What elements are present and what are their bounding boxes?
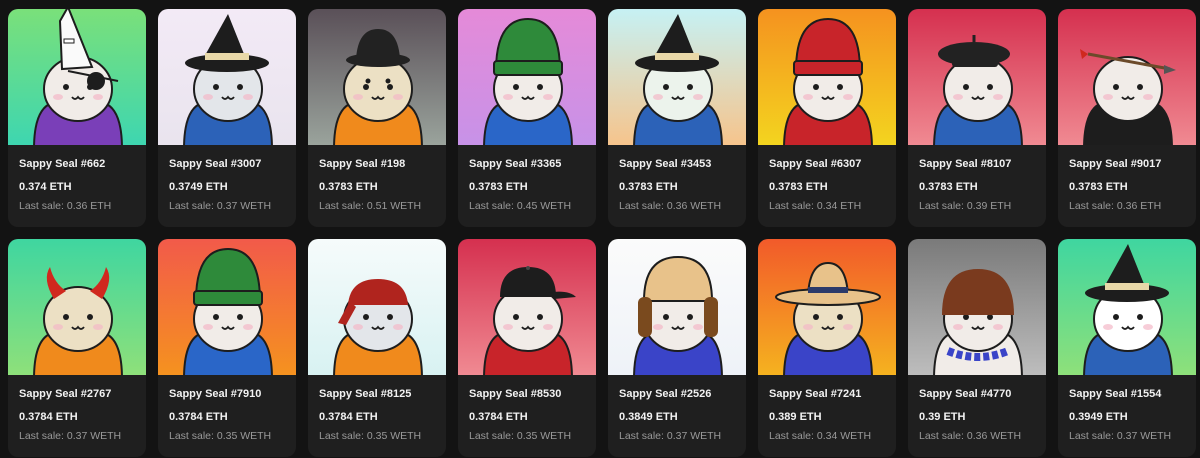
nft-info: Sappy Seal #3453 0.3783 ETH Last sale: 0.3… [608,145,746,213]
nft-info: Sappy Seal #3007 0.3749 ETH Last sale: 0.3… [158,145,296,213]
nft-image[interactable] [758,9,896,145]
nft-name: Sappy Seal #8125 [319,388,412,400]
nft-image[interactable] [908,9,1046,145]
nft-last-sale: Last sale: 0.35 WETH [469,430,572,442]
nft-name: Sappy Seal #2767 [19,388,112,400]
nft-last-sale: Last sale: 0.36 WETH [919,430,1022,442]
nft-card[interactable]: Sappy Seal #2767 0.3784 ETH Last sale: 0.3… [8,239,146,457]
nft-card[interactable]: Sappy Seal #662 0.374 ETH Last sale: 0.36 … [8,9,146,227]
nft-price: 0.3749 ETH [169,181,228,193]
nft-price: 0.3783 ETH [619,181,678,193]
nft-last-sale: Last sale: 0.36 WETH [619,200,722,212]
nft-card[interactable]: Sappy Seal #198 0.3783 ETH Last sale: 0.51… [308,9,446,227]
nft-info: Sappy Seal #6307 0.3783 ETH Last sale: 0.3… [758,145,896,213]
nft-price: 0.3849 ETH [619,411,678,423]
nft-info: Sappy Seal #7910 0.3784 ETH Last sale: 0.3… [158,375,296,443]
nft-last-sale: Last sale: 0.36 ETH [19,200,112,212]
nft-card[interactable]: Sappy Seal #3365 0.3783 ETH Last sale: 0.4… [458,9,596,227]
nft-name: Sappy Seal #7910 [169,388,262,400]
nft-name: Sappy Seal #4770 [919,388,1012,400]
nft-last-sale: Last sale: 0.51 WETH [319,200,422,212]
nft-last-sale: Last sale: 0.34 WETH [769,430,872,442]
nft-image[interactable] [308,9,446,145]
nft-card[interactable]: Sappy Seal #8530 0.3784 ETH Last sale: 0.3… [458,239,596,457]
nft-last-sale: Last sale: 0.35 WETH [169,430,272,442]
nft-image[interactable] [8,239,146,375]
nft-name: Sappy Seal #7241 [769,388,862,400]
nft-name: Sappy Seal #198 [319,158,406,170]
nft-last-sale: Last sale: 0.35 WETH [319,430,422,442]
nft-last-sale: Last sale: 0.37 WETH [1069,430,1172,442]
nft-card[interactable]: Sappy Seal #7241 0.389 ETH Last sale: 0.34… [758,239,896,457]
nft-card[interactable]: Sappy Seal #4770 0.39 ETH Last sale: 0.36 … [908,239,1046,457]
nft-name: Sappy Seal #2526 [619,388,712,400]
nft-last-sale: Last sale: 0.39 ETH [919,200,1012,212]
nft-image[interactable] [908,239,1046,375]
nft-image[interactable] [308,239,446,375]
nft-last-sale: Last sale: 0.37 WETH [19,430,122,442]
nft-price: 0.389 ETH [769,411,822,423]
nft-price: 0.3784 ETH [469,411,528,423]
nft-info: Sappy Seal #198 0.3783 ETH Last sale: 0.51… [308,145,446,213]
nft-name: Sappy Seal #3365 [469,158,562,170]
nft-info: Sappy Seal #662 0.374 ETH Last sale: 0.36 … [8,145,146,213]
nft-image[interactable] [608,9,746,145]
nft-info: Sappy Seal #3365 0.3783 ETH Last sale: 0.4… [458,145,596,213]
nft-card[interactable]: Sappy Seal #2526 0.3849 ETH Last sale: 0.3… [608,239,746,457]
nft-card[interactable]: Sappy Seal #6307 0.3783 ETH Last sale: 0.3… [758,9,896,227]
nft-price: 0.3783 ETH [319,181,378,193]
nft-price: 0.3783 ETH [1069,181,1128,193]
nft-last-sale: Last sale: 0.36 ETH [1069,200,1162,212]
nft-price: 0.3784 ETH [319,411,378,423]
nft-image[interactable] [608,239,746,375]
nft-image[interactable] [1058,9,1196,145]
nft-card[interactable]: Sappy Seal #1554 0.3949 ETH Last sale: 0.3… [1058,239,1196,457]
nft-info: Sappy Seal #7241 0.389 ETH Last sale: 0.34… [758,375,896,443]
nft-card[interactable]: Sappy Seal #3453 0.3783 ETH Last sale: 0.3… [608,9,746,227]
nft-price: 0.39 ETH [919,411,966,423]
nft-name: Sappy Seal #8107 [919,158,1012,170]
nft-image[interactable] [1058,239,1196,375]
nft-info: Sappy Seal #9017 0.3783 ETH Last sale: 0.3… [1058,145,1196,213]
nft-card[interactable]: Sappy Seal #8107 0.3783 ETH Last sale: 0.3… [908,9,1046,227]
nft-image[interactable] [158,9,296,145]
nft-info: Sappy Seal #1554 0.3949 ETH Last sale: 0.3… [1058,375,1196,443]
nft-last-sale: Last sale: 0.45 WETH [469,200,572,212]
nft-name: Sappy Seal #3007 [169,158,262,170]
nft-name: Sappy Seal #6307 [769,158,862,170]
nft-price: 0.374 ETH [19,181,72,193]
nft-name: Sappy Seal #9017 [1069,158,1162,170]
nft-info: Sappy Seal #2767 0.3784 ETH Last sale: 0.3… [8,375,146,443]
nft-name: Sappy Seal #3453 [619,158,712,170]
nft-info: Sappy Seal #8530 0.3784 ETH Last sale: 0.3… [458,375,596,443]
nft-price: 0.3783 ETH [919,181,978,193]
nft-last-sale: Last sale: 0.34 ETH [769,200,862,212]
nft-card[interactable]: Sappy Seal #7910 0.3784 ETH Last sale: 0.3… [158,239,296,457]
nft-price: 0.3783 ETH [469,181,528,193]
nft-image[interactable] [458,239,596,375]
nft-info: Sappy Seal #8125 0.3784 ETH Last sale: 0.3… [308,375,446,443]
nft-card[interactable]: Sappy Seal #9017 0.3783 ETH Last sale: 0.3… [1058,9,1196,227]
nft-price: 0.3949 ETH [1069,411,1128,423]
nft-last-sale: Last sale: 0.37 WETH [619,430,722,442]
nft-grid: Sappy Seal #662 0.374 ETH Last sale: 0.36 … [8,9,1196,457]
nft-last-sale: Last sale: 0.37 WETH [169,200,272,212]
nft-info: Sappy Seal #2526 0.3849 ETH Last sale: 0.3… [608,375,746,443]
nft-info: Sappy Seal #8107 0.3783 ETH Last sale: 0.3… [908,145,1046,213]
nft-price: 0.3784 ETH [19,411,78,423]
nft-info: Sappy Seal #4770 0.39 ETH Last sale: 0.36 … [908,375,1046,443]
nft-image[interactable] [158,239,296,375]
nft-card[interactable]: Sappy Seal #3007 0.3749 ETH Last sale: 0.3… [158,9,296,227]
nft-name: Sappy Seal #662 [19,158,106,170]
nft-name: Sappy Seal #8530 [469,388,562,400]
nft-image[interactable] [8,9,146,145]
nft-name: Sappy Seal #1554 [1069,388,1162,400]
nft-image[interactable] [758,239,896,375]
nft-image[interactable] [458,9,596,145]
nft-card[interactable]: Sappy Seal #8125 0.3784 ETH Last sale: 0.3… [308,239,446,457]
nft-price: 0.3784 ETH [169,411,228,423]
nft-price: 0.3783 ETH [769,181,828,193]
